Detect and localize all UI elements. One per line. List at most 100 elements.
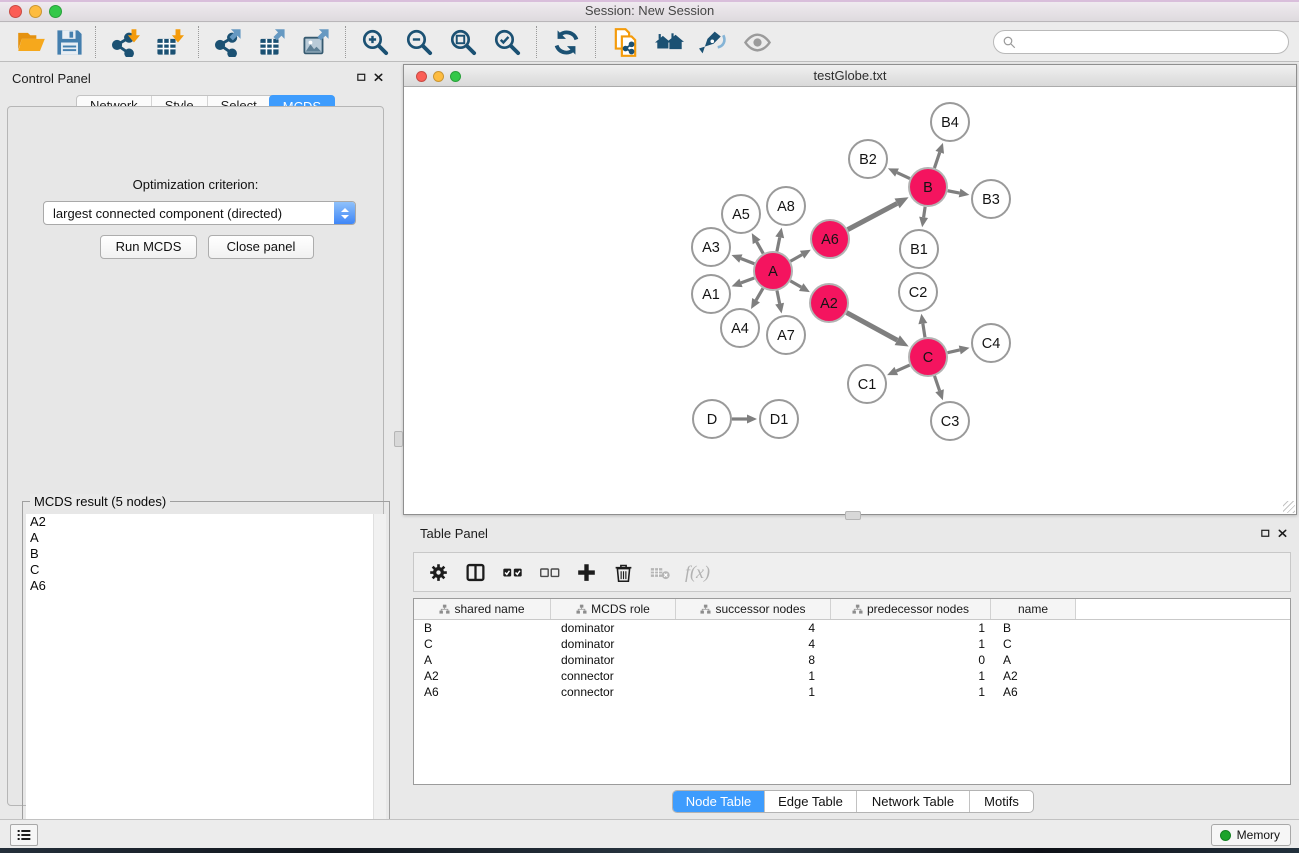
export-table-button[interactable] (250, 24, 294, 60)
edge-A-A5[interactable] (752, 233, 763, 253)
zoom-in-button[interactable] (353, 24, 397, 60)
node-C4[interactable]: C4 (972, 324, 1010, 362)
edge-A-A4[interactable] (751, 288, 763, 309)
column-header-successor-nodes[interactable]: successor nodes (676, 599, 831, 619)
table-cell[interactable]: 0 (831, 653, 991, 667)
table-cell[interactable]: dominator (551, 621, 676, 635)
mcds-result-item[interactable]: A6 (26, 578, 386, 594)
table-cell[interactable]: B (414, 621, 551, 635)
table-cell[interactable]: connector (551, 685, 676, 699)
node-A7[interactable]: A7 (767, 316, 805, 354)
select-all-checks-button[interactable] (494, 555, 531, 589)
network-window-titlebar[interactable]: testGlobe.txt (404, 65, 1296, 87)
task-history-button[interactable] (10, 824, 38, 846)
edge-A-A7[interactable] (775, 291, 784, 314)
node-D[interactable]: D (693, 400, 731, 438)
table-cell[interactable]: 1 (676, 669, 831, 683)
node-A4[interactable]: A4 (721, 309, 759, 347)
mcds-result-item[interactable]: B (26, 546, 386, 562)
node-C3[interactable]: C3 (931, 402, 969, 440)
table-cell[interactable]: 1 (831, 685, 991, 699)
table-cell[interactable]: 8 (676, 653, 831, 667)
close-table-panel-icon[interactable] (1276, 527, 1289, 540)
mcds-result-item[interactable]: C (26, 562, 386, 578)
mcds-result-list[interactable]: A2ABCA6 (26, 514, 386, 838)
node-A1[interactable]: A1 (692, 275, 730, 313)
edge-C-C1[interactable] (887, 365, 910, 375)
refresh-network-button[interactable] (544, 24, 588, 60)
vertical-split-handle[interactable] (394, 431, 403, 447)
run-mcds-button[interactable]: Run MCDS (100, 235, 197, 259)
table-cell[interactable]: 1 (831, 669, 991, 683)
zoom-fit-button[interactable] (441, 24, 485, 60)
tab-network-table[interactable]: Network Table (856, 791, 969, 812)
home-layout-button[interactable] (647, 24, 691, 60)
node-A5[interactable]: A5 (722, 195, 760, 233)
open-session-button[interactable] (12, 24, 50, 60)
float-panel-icon[interactable] (355, 71, 368, 84)
close-panel-button[interactable]: Close panel (208, 235, 314, 259)
table-cell[interactable]: 1 (676, 685, 831, 699)
node-A6[interactable]: A6 (811, 220, 849, 258)
table-cell[interactable]: 4 (676, 637, 831, 651)
window-resize-grip[interactable] (1283, 501, 1295, 513)
table-row[interactable]: A6connector11A6 (414, 684, 1290, 700)
toggle-column-button[interactable] (457, 555, 494, 589)
mcds-result-item[interactable]: A2 (26, 514, 386, 530)
edge-A-A8[interactable] (775, 228, 784, 252)
edge-C-C2[interactable] (918, 314, 927, 337)
close-panel-icon[interactable] (372, 71, 385, 84)
node-B3[interactable]: B3 (972, 180, 1010, 218)
node-A2[interactable]: A2 (810, 284, 848, 322)
node-B[interactable]: B (909, 168, 947, 206)
deselect-all-checks-button[interactable] (531, 555, 568, 589)
zoom-out-button[interactable] (397, 24, 441, 60)
tab-edge-table[interactable]: Edge Table (764, 791, 856, 812)
table-cell[interactable]: C (991, 637, 1076, 651)
node-A8[interactable]: A8 (767, 187, 805, 225)
float-table-panel-icon[interactable] (1259, 527, 1272, 540)
edge-A-A6[interactable] (790, 250, 810, 261)
result-scrollbar[interactable] (373, 514, 386, 838)
table-cell[interactable]: A6 (991, 685, 1076, 699)
edge-A-A1[interactable] (732, 278, 755, 287)
node-D1[interactable]: D1 (760, 400, 798, 438)
edge-A-A3[interactable] (732, 254, 755, 263)
column-header-MCDS-role[interactable]: MCDS role (551, 599, 676, 619)
node-B4[interactable]: B4 (931, 103, 969, 141)
node-C2[interactable]: C2 (899, 273, 937, 311)
network-close-button[interactable] (416, 71, 427, 82)
network-graph[interactable]: B4B2BB3B1A5A8A6A3AA1A2A4A7C2C4CC1C3DD1 (404, 88, 1296, 514)
node-A[interactable]: A (754, 252, 792, 290)
node-C1[interactable]: C1 (848, 365, 886, 403)
mcds-result-item[interactable]: A (26, 530, 386, 546)
table-cell[interactable]: A6 (414, 685, 551, 699)
import-table-button[interactable] (147, 24, 191, 60)
table-cell[interactable]: A2 (991, 669, 1076, 683)
export-image-button[interactable] (294, 24, 338, 60)
table-cell[interactable]: B (991, 621, 1076, 635)
apply-style-button[interactable] (691, 24, 735, 60)
search-field[interactable] (993, 30, 1289, 54)
network-zoom-button[interactable] (450, 71, 461, 82)
table-cell[interactable]: A (414, 653, 551, 667)
table-row[interactable]: Adominator80A (414, 652, 1290, 668)
table-cell[interactable]: 4 (676, 621, 831, 635)
edge-B-B3[interactable] (948, 189, 970, 198)
export-network-button[interactable] (206, 24, 250, 60)
table-cell[interactable]: dominator (551, 637, 676, 651)
table-settings-button[interactable] (420, 555, 457, 589)
edge-A-A2[interactable] (790, 281, 810, 292)
column-header-shared-name[interactable]: shared name (414, 599, 551, 619)
table-cell[interactable]: 1 (831, 637, 991, 651)
zoom-selected-button[interactable] (485, 24, 529, 60)
node-A3[interactable]: A3 (692, 228, 730, 266)
column-header-predecessor-nodes[interactable]: predecessor nodes (831, 599, 991, 619)
edge-A6-B[interactable] (848, 197, 909, 229)
table-cell[interactable]: C (414, 637, 551, 651)
import-network-button[interactable] (103, 24, 147, 60)
table-row[interactable]: Cdominator41C (414, 636, 1290, 652)
edge-B-B2[interactable] (888, 168, 910, 178)
toggle-details-button[interactable] (735, 24, 779, 60)
delete-columns-button[interactable] (605, 555, 642, 589)
